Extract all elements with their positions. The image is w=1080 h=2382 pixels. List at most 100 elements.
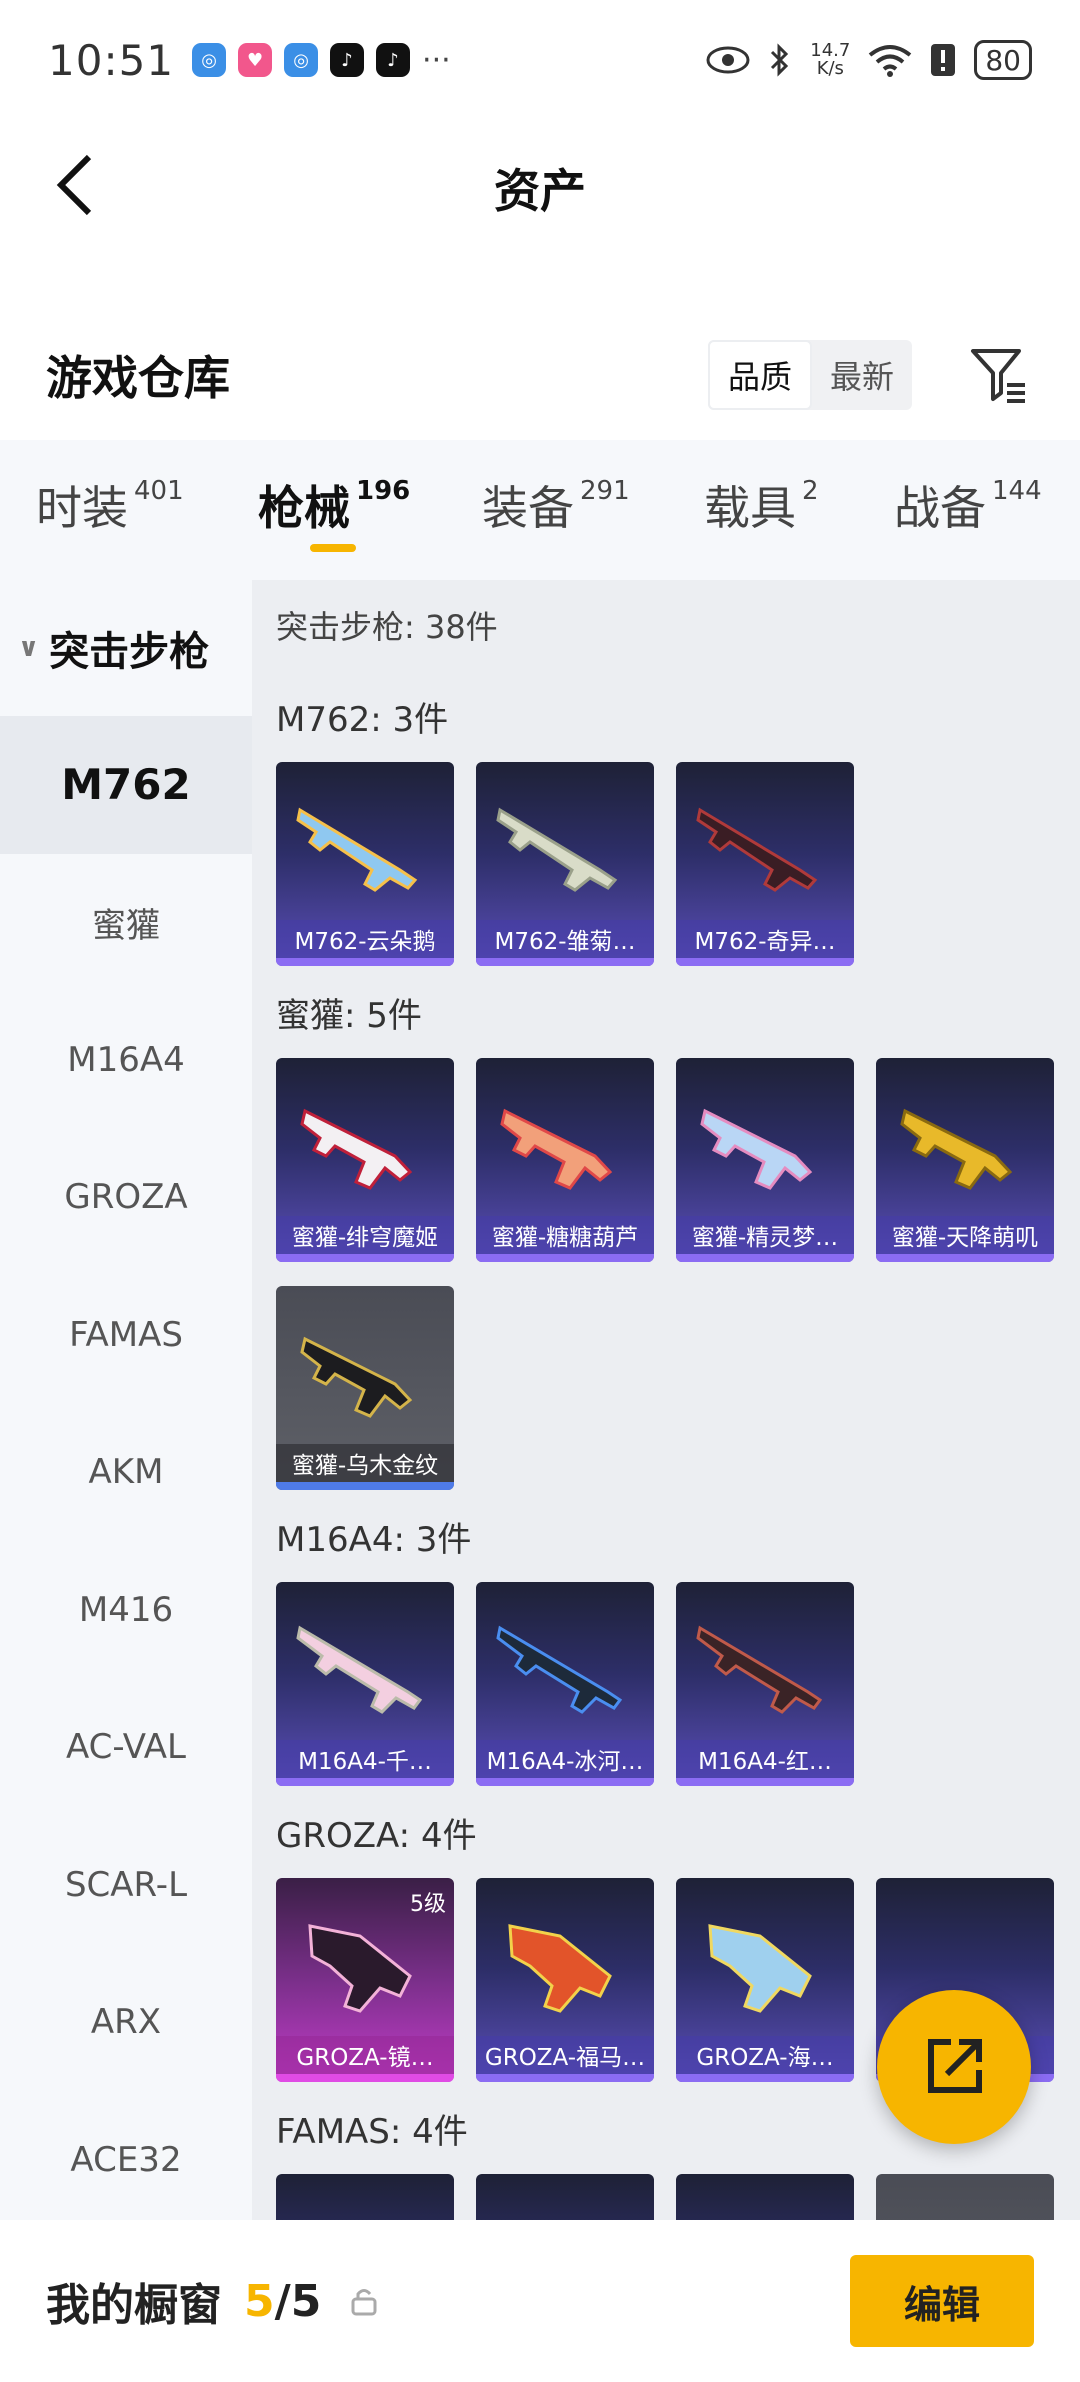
tab-vehicles[interactable]: 载具 2 — [704, 472, 819, 538]
weapon-skin-icon — [496, 807, 618, 892]
tab-count: 291 — [580, 476, 630, 506]
tab-count: 401 — [134, 476, 184, 506]
chevron-down-icon: ∨ — [18, 633, 40, 663]
weapon-card[interactable]: 蜜獾-糖糖葫芦 — [476, 1058, 654, 1262]
status-time: 10:51 — [48, 35, 175, 85]
sort-quality-button[interactable]: 品质 — [707, 340, 812, 410]
weapon-skin-icon — [500, 1108, 613, 1190]
section-title: M762: 3件 — [276, 700, 449, 740]
showcase-count: 5/5 — [244, 2276, 321, 2327]
tab-count: 144 — [992, 476, 1042, 506]
weapon-card[interactable]: 蜜獾-天降萌叽 — [876, 1058, 1054, 1262]
tab-equipment[interactable]: 装备 291 — [482, 472, 630, 538]
weapon-card[interactable] — [276, 2174, 454, 2220]
weapon-skin-icon — [696, 1625, 823, 1714]
weapon-name: 蜜獾-天降萌叽 — [876, 1216, 1054, 1254]
tab-combat-gear[interactable]: 战备 144 — [894, 472, 1042, 538]
weapon-card[interactable]: 蜜獾-绯穹魔姬 — [276, 1058, 454, 1262]
weapon-name: GROZA-镜… — [276, 2036, 454, 2074]
notification-icons: ◎ ♥ ◎ ♪ ♪ ··· — [192, 43, 451, 78]
sidebar-item-groza[interactable]: GROZA — [0, 1129, 252, 1267]
share-button[interactable] — [877, 1990, 1031, 2144]
sidebar-item-honey-badger[interactable]: 蜜獾 — [0, 854, 252, 992]
warehouse-header: 游戏仓库 品质 最新 — [0, 320, 1080, 430]
filter-icon — [971, 349, 1025, 403]
app-notification-icon: ◎ — [284, 43, 319, 77]
sidebar-item-ac-val[interactable]: AC-VAL — [0, 1679, 252, 1817]
section-title: 蜜獾: 5件 — [276, 996, 422, 1036]
weapon-card[interactable] — [876, 2174, 1054, 2220]
warehouse-title: 游戏仓库 — [46, 351, 230, 405]
app-notification-icon: ◎ — [192, 43, 227, 77]
weapon-card[interactable]: 蜜獾-精灵梦… — [676, 1058, 854, 1262]
sidebar-item-akm[interactable]: AKM — [0, 1404, 252, 1542]
wifi-icon — [869, 45, 912, 77]
weapon-name: 蜜獾-绯穹魔姬 — [276, 1216, 454, 1254]
weapon-skin-icon — [300, 1108, 413, 1190]
weapon-card[interactable]: M16A4-冰河… — [476, 1582, 654, 1786]
sidebar-item-m16a4[interactable]: M16A4 — [0, 991, 252, 1129]
weapon-content: 突击步枪: 38件 M762: 3件 M762-云朵鹅 M762-雏菊… M76… — [252, 580, 1080, 2220]
edit-button[interactable]: 编辑 — [850, 2255, 1034, 2347]
share-external-icon — [928, 2039, 982, 2093]
weapon-name: GROZA-福马… — [476, 2036, 654, 2074]
sidebar-item-scar-l[interactable]: SCAR-L — [0, 1816, 252, 1954]
tiktok-icon: ♪ — [330, 43, 365, 77]
weapon-skin-icon — [708, 1924, 812, 2013]
weapon-card[interactable]: M16A4-千… — [276, 1582, 454, 1786]
showcase-bar: 我的橱窗 5/5 编辑 — [0, 2220, 1080, 2382]
weapon-name: M16A4-千… — [276, 1740, 454, 1778]
sidebar-item-m416[interactable]: M416 — [0, 1541, 252, 1679]
sidebar-item-arx[interactable]: ARX — [0, 1954, 252, 2092]
tiktok-icon: ♪ — [376, 43, 411, 77]
sidebar-item-famas[interactable]: FAMAS — [0, 1266, 252, 1404]
weapon-card[interactable]: M762-云朵鹅 — [276, 762, 454, 966]
tab-label: 战备 — [894, 481, 986, 535]
weapon-name: M762-云朵鹅 — [276, 920, 454, 958]
eye-icon — [706, 46, 750, 74]
page-header: 资产 — [0, 120, 1080, 255]
weapon-sidebar: ∨ 突击步枪 M762 蜜獾 M16A4 GROZA FAMAS AKM M41… — [0, 580, 252, 2220]
weapon-skin-icon — [308, 1924, 412, 2013]
tab-label: 枪械 — [258, 481, 350, 535]
weapon-name: M16A4-红… — [676, 1740, 854, 1778]
sidebar-item-ace32[interactable]: ACE32 — [0, 2091, 252, 2229]
sidebar-item-m762[interactable]: M762 — [0, 716, 252, 854]
sidebar-group-label: 突击步枪 — [49, 629, 210, 675]
tab-fashion[interactable]: 时装 401 — [36, 472, 184, 538]
weapon-name: M16A4-冰河… — [476, 1740, 654, 1778]
tab-label: 装备 — [482, 481, 574, 535]
sort-newest-button[interactable]: 最新 — [812, 340, 912, 410]
weapon-skin-icon — [296, 807, 418, 892]
showcase-count-current: 5 — [244, 2275, 275, 2327]
weapon-name: 蜜獾-精灵梦… — [676, 1216, 854, 1254]
filter-button[interactable] — [964, 340, 1034, 410]
weapon-card[interactable]: 5级 GROZA-镜… — [276, 1878, 454, 2082]
category-summary: 突击步枪: 38件 — [276, 608, 498, 646]
weapon-card[interactable]: M762-奇异… — [676, 762, 854, 966]
section-title: GROZA: 4件 — [276, 1816, 477, 1856]
back-button[interactable] — [40, 150, 110, 220]
weapon-card[interactable] — [676, 2174, 854, 2220]
bluetooth-icon — [771, 43, 789, 77]
active-tab-indicator — [310, 544, 356, 552]
weapon-skin-icon — [496, 1625, 623, 1714]
weapon-skin-icon — [700, 1108, 813, 1190]
sidebar-group-assault-rifles[interactable]: ∨ 突击步枪 — [0, 580, 252, 716]
section-title: M16A4: 3件 — [276, 1520, 472, 1560]
weapon-card[interactable]: GROZA-福马… — [476, 1878, 654, 2082]
weapon-skin-icon — [296, 1625, 423, 1714]
network-speed: 14.7 K/s — [810, 42, 850, 78]
weapon-card[interactable]: GROZA-海… — [676, 1878, 854, 2082]
weapon-card[interactable] — [476, 2174, 654, 2220]
tab-firearms[interactable]: 枪械 196 — [258, 472, 410, 552]
weapon-card[interactable]: 蜜獾-乌木金纹 — [276, 1286, 454, 1490]
lock-icon — [351, 2289, 377, 2316]
alert-icon — [931, 44, 956, 76]
weapon-card[interactable]: M16A4-红… — [676, 1582, 854, 1786]
page-title: 资产 — [494, 163, 586, 218]
weapon-skin-icon — [900, 1108, 1013, 1190]
weapon-name: M762-奇异… — [676, 920, 854, 958]
weapon-card[interactable]: M762-雏菊… — [476, 762, 654, 966]
section-title: FAMAS: 4件 — [276, 2112, 468, 2152]
